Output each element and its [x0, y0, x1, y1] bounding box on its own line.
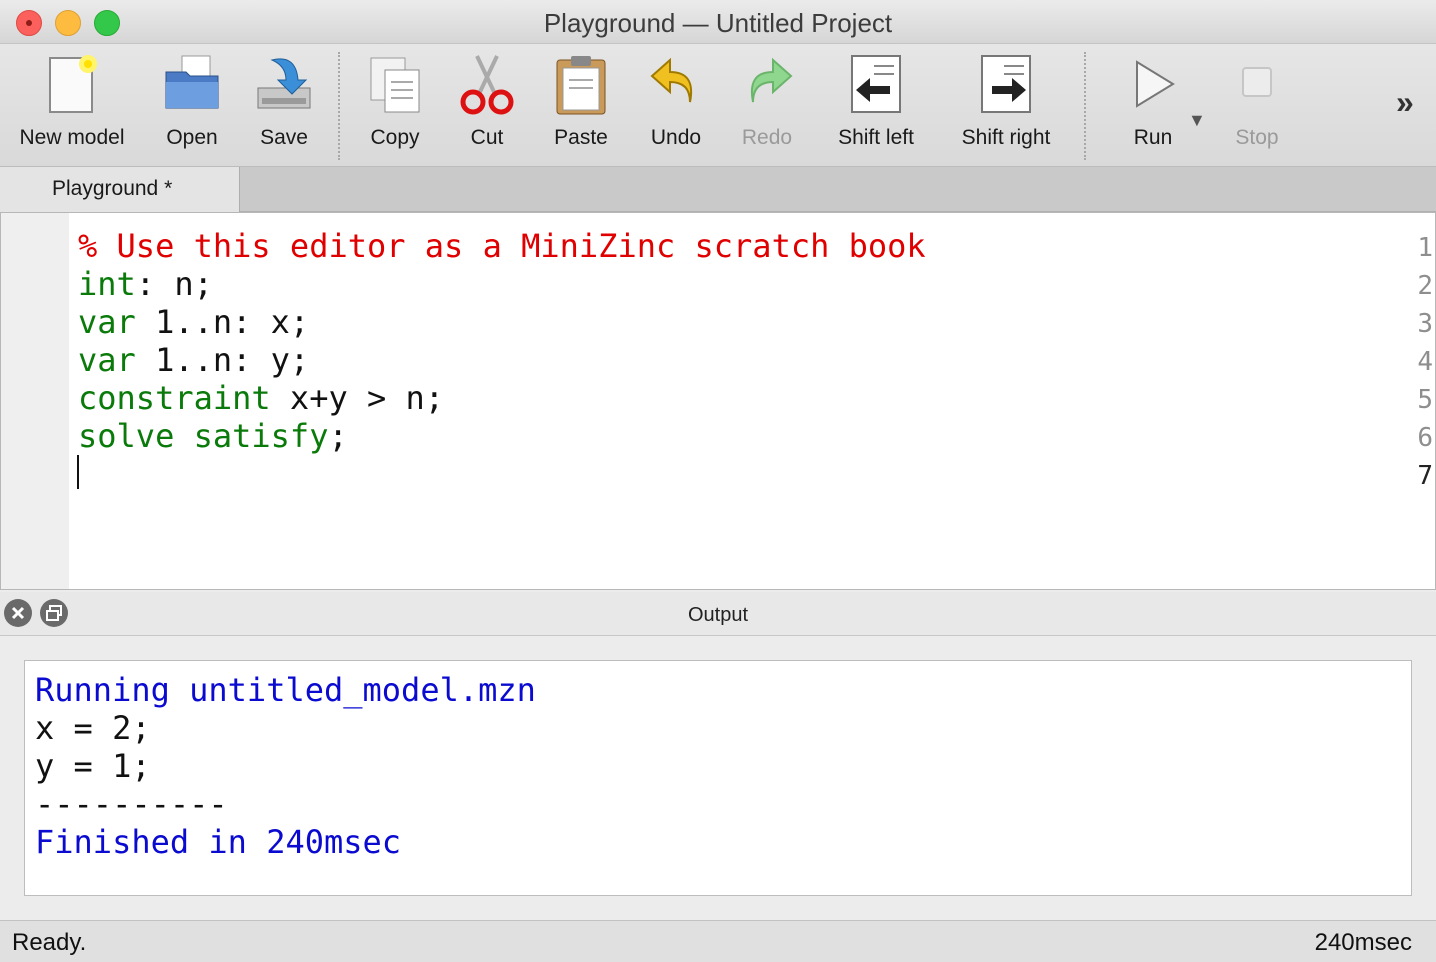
stop-label: Stop — [1235, 126, 1279, 149]
paste-label: Paste — [554, 126, 608, 149]
undo-button[interactable]: Undo — [640, 44, 712, 166]
toolbar-separator — [338, 52, 340, 160]
output-line: x = 2; — [35, 709, 151, 747]
shift-right-label: Shift right — [961, 126, 1051, 149]
code-keyword: var — [78, 303, 136, 341]
stop-button[interactable]: Stop — [1226, 44, 1288, 166]
open-button[interactable]: Open — [152, 44, 232, 166]
code-comment: % Use this editor as a MiniZinc scratch … — [78, 227, 926, 265]
shift-right-icon — [981, 55, 1031, 113]
play-icon — [1136, 60, 1175, 108]
copy-button[interactable]: Copy — [356, 44, 434, 166]
tab-label: Playground * — [52, 177, 173, 200]
scissors-icon — [460, 55, 514, 115]
cut-button[interactable]: Cut — [452, 44, 522, 166]
output-info-line: Finished in 240msec — [35, 823, 402, 861]
copy-icon — [370, 57, 420, 113]
line-number: 4 — [1417, 347, 1433, 377]
code-line: var 1..n: y; — [78, 341, 309, 379]
code-keyword: var — [78, 341, 136, 379]
code-text: x+y > n; — [270, 379, 445, 417]
code-keyword: solve satisfy — [78, 417, 329, 455]
line-number: 2 — [1417, 271, 1433, 301]
output-dock-header: Output — [0, 592, 1436, 636]
output-line: y = 1; — [35, 747, 151, 785]
new-model-button[interactable]: New model — [14, 44, 130, 166]
line-number: 6 — [1417, 423, 1433, 453]
text-cursor — [77, 455, 79, 489]
toolbar-separator — [1084, 52, 1086, 160]
redo-button[interactable]: Redo — [730, 44, 804, 166]
paste-button[interactable]: Paste — [540, 44, 622, 166]
shift-left-button[interactable]: Shift left — [826, 44, 926, 166]
toolbar-overflow-icon[interactable]: » — [1396, 84, 1414, 121]
tab-bar: Playground * — [0, 166, 1436, 213]
output-line: ---------- — [35, 785, 228, 823]
line-number: 3 — [1417, 309, 1433, 339]
folder-open-icon — [165, 55, 219, 109]
shift-left-label: Shift left — [838, 126, 914, 149]
code-text: 1..n: y; — [135, 341, 310, 379]
run-button[interactable]: Run — [1122, 44, 1184, 166]
status-bar: Ready. 240msec — [0, 920, 1436, 962]
redo-label: Redo — [741, 126, 793, 149]
code-text: : n; — [135, 265, 213, 303]
line-number: 5 — [1417, 385, 1433, 415]
run-label: Run — [1133, 126, 1173, 149]
undo-label: Undo — [650, 126, 702, 149]
copy-label: Copy — [370, 126, 420, 149]
code-line: var 1..n: x; — [78, 303, 309, 341]
new-document-icon — [49, 55, 97, 113]
output-console[interactable]: Running untitled_model.mzn x = 2; y = 1; --… — [24, 660, 1412, 896]
code-keyword: constraint — [78, 379, 271, 417]
window-title: Playground — Untitled Project — [543, 8, 893, 38]
run-dropdown-icon[interactable]: ▼ — [1188, 110, 1206, 131]
clipboard-icon — [556, 56, 606, 115]
status-message: Ready. — [12, 929, 87, 956]
code-keyword: int — [78, 265, 136, 303]
save-icon — [257, 58, 311, 109]
tab-playground[interactable]: Playground * — [0, 167, 240, 213]
save-button[interactable]: Save — [246, 44, 322, 166]
status-elapsed-time: 240msec — [1314, 929, 1412, 956]
title-bar: Playground — Untitled Project — [0, 0, 1436, 44]
toolbar: New model Open Save Copy Cut Paste Undo … — [0, 44, 1436, 166]
code-line: int: n; — [78, 265, 213, 303]
open-label: Open — [166, 126, 218, 149]
undo-icon — [650, 57, 692, 103]
output-info-line: Running untitled_model.mzn — [35, 671, 536, 709]
code-line: constraint x+y > n; — [78, 379, 444, 417]
redo-icon — [751, 57, 793, 103]
save-label: Save — [260, 126, 308, 149]
shift-left-icon — [851, 55, 901, 113]
line-number-gutter — [1, 213, 69, 589]
new-model-label: New model — [19, 126, 125, 149]
line-number: 7 — [1417, 461, 1433, 491]
shift-right-button[interactable]: Shift right — [950, 44, 1062, 166]
line-number: 1 — [1417, 233, 1433, 263]
code-text: ; — [328, 417, 348, 455]
code-line: solve satisfy; — [78, 417, 348, 455]
code-text: 1..n: x; — [135, 303, 310, 341]
code-editor[interactable]: 1 2 3 4 5 6 7 % Use this editor as a MiniZinc … — [0, 212, 1436, 590]
output-panel-title: Output — [687, 604, 749, 626]
code-line: % Use this editor as a MiniZinc scratch … — [78, 227, 926, 265]
stop-icon — [1242, 67, 1272, 97]
cut-label: Cut — [470, 126, 504, 149]
